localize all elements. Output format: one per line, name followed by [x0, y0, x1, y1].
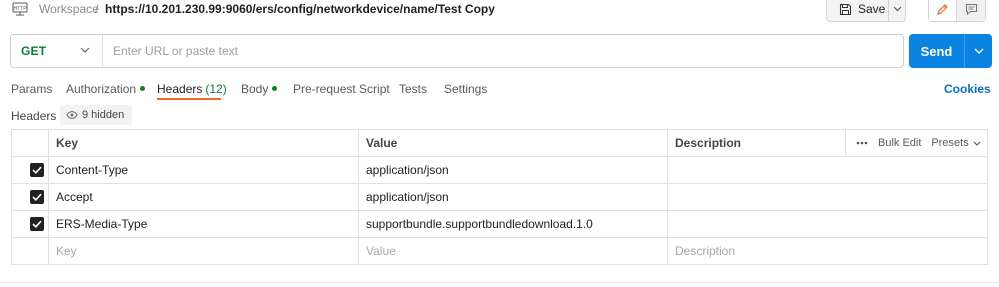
tab-settings[interactable]: Settings: [444, 82, 487, 96]
header-description[interactable]: [667, 211, 987, 237]
tab-label: Pre-request Script: [293, 82, 390, 96]
save-options-button[interactable]: [889, 0, 905, 21]
chevron-down-icon: [974, 48, 983, 54]
new-key-input[interactable]: Key: [48, 238, 358, 264]
headers-table: Key Value Description Bulk Edit Presets …: [11, 129, 988, 265]
row-enable-checkbox[interactable]: [30, 217, 44, 231]
header-key[interactable]: Accept: [48, 184, 358, 210]
header-value[interactable]: supportbundle.supportbundledownload.1.0: [358, 211, 667, 237]
cookies-link[interactable]: Cookies: [944, 82, 991, 96]
header-description[interactable]: [667, 184, 987, 210]
header-key[interactable]: Content-Type: [48, 157, 358, 183]
chevron-down-icon: [973, 141, 981, 146]
tab-label: Headers: [157, 82, 203, 96]
table-row: Content-Type application/json: [12, 157, 987, 184]
tab-label: Body: [241, 82, 269, 96]
new-header-row: Key Value Description: [12, 238, 987, 265]
table-tools: Bulk Edit Presets: [856, 130, 981, 156]
tab-label: Params: [11, 82, 53, 96]
save-label: Save: [858, 2, 886, 16]
http-icon: HTTP: [12, 2, 28, 16]
breadcrumb-separator: /: [95, 2, 99, 16]
tab-params[interactable]: Params: [11, 82, 52, 96]
right-panel-toggles: [928, 0, 986, 22]
status-dot: [272, 86, 278, 92]
comments-button[interactable]: [957, 0, 985, 21]
edit-icon: [937, 3, 948, 15]
tab-tests[interactable]: Tests: [399, 82, 427, 96]
table-row: ERS-Media-Type supportbundle.supportbund…: [12, 211, 987, 238]
tab-label: Tests: [399, 82, 428, 96]
send-options-button[interactable]: [965, 34, 992, 68]
status-dot: [140, 86, 146, 92]
column-header-value: Value: [366, 136, 398, 150]
bulk-edit-button[interactable]: Bulk Edit: [878, 137, 921, 149]
tab-authorization[interactable]: Authorization: [66, 82, 146, 96]
send-button-group: Send: [909, 34, 992, 68]
send-button[interactable]: Send: [909, 34, 965, 68]
tab-headers[interactable]: Headers (12): [157, 82, 227, 96]
table-row: Accept application/json: [12, 184, 987, 211]
save-button[interactable]: Save: [827, 0, 889, 21]
column-header-description: Description: [675, 136, 742, 150]
url-input[interactable]: [103, 35, 903, 67]
request-title[interactable]: https://10.201.230.99:9060/ers/config/ne…: [105, 2, 495, 16]
url-bar: GET: [10, 34, 904, 68]
edit-button[interactable]: [929, 0, 958, 21]
svg-text:HTTP: HTTP: [13, 6, 27, 12]
request-tabs: Params Authorization Headers (12) Body Pr…: [0, 80, 999, 102]
method-select[interactable]: GET: [11, 35, 103, 67]
checkbox-checked-icon: [32, 220, 42, 228]
more-icon[interactable]: [856, 141, 868, 145]
method-label: GET: [21, 44, 47, 58]
presets-label: Presets: [931, 137, 969, 149]
presets-dropdown[interactable]: Presets: [931, 137, 981, 149]
tab-count: (12): [205, 82, 227, 96]
hidden-count: 9 hidden: [82, 109, 125, 121]
new-description-input[interactable]: Description: [667, 238, 987, 264]
checkbox-checked-icon: [32, 193, 42, 201]
checkbox-checked-icon: [32, 166, 42, 174]
tab-body[interactable]: Body: [241, 82, 278, 96]
column-header-key: Key: [56, 136, 79, 150]
save-icon: [839, 3, 852, 15]
row-enable-checkbox[interactable]: [30, 190, 44, 204]
row-enable-checkbox[interactable]: [30, 163, 44, 177]
eye-icon: [66, 111, 78, 119]
header-value[interactable]: application/json: [358, 157, 667, 183]
tab-label: Authorization: [66, 82, 137, 96]
save-button-group: Save: [826, 0, 906, 22]
header-key[interactable]: ERS-Media-Type: [48, 211, 358, 237]
new-value-input[interactable]: Value: [358, 238, 667, 264]
table-header-row: Key Value Description Bulk Edit Presets: [12, 130, 987, 157]
chevron-down-icon: [80, 47, 90, 53]
panel-divider: [0, 282, 999, 283]
headers-section-title: Headers: [11, 109, 57, 123]
chevron-down-icon: [893, 6, 901, 12]
hidden-headers-toggle[interactable]: 9 hidden: [60, 105, 133, 125]
header-description[interactable]: [667, 157, 987, 183]
breadcrumb-workspace[interactable]: Workspace: [39, 2, 99, 16]
tab-pre-request-script[interactable]: Pre-request Script: [293, 82, 390, 96]
comment-icon: [965, 3, 977, 15]
top-bar: HTTP Workspace / https://10.201.230.99:9…: [0, 0, 999, 22]
header-value[interactable]: application/json: [358, 184, 667, 210]
active-tab-indicator: [157, 98, 221, 100]
tab-label: Settings: [444, 82, 488, 96]
